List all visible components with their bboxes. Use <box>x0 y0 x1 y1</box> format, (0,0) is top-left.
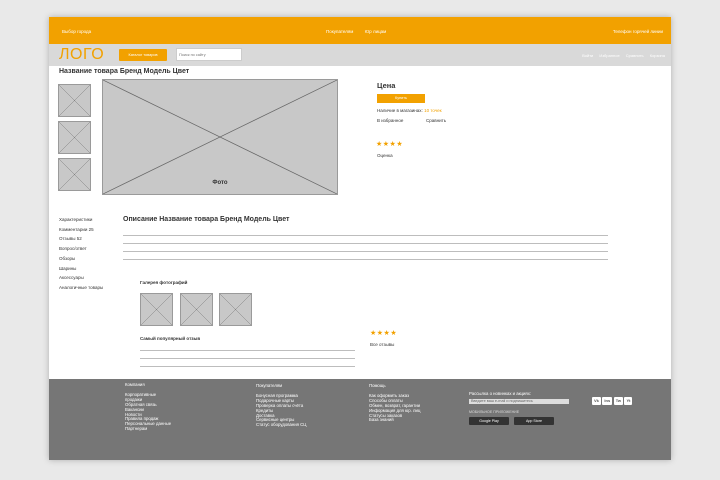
description-text-line <box>123 235 608 236</box>
review-text-line <box>140 358 355 359</box>
thumbnail-image[interactable] <box>58 121 91 154</box>
favorites-link[interactable]: Избранное <box>599 53 619 58</box>
review-text-line <box>140 366 355 367</box>
description-text-line <box>123 259 608 260</box>
review-text-line <box>140 350 355 351</box>
popular-review-title: Самый популярный отзыв <box>140 336 201 341</box>
footer-link[interactable]: База знаний <box>369 418 420 423</box>
product-side-menu: Характеристики Комментарии 25 Отзывы 52 … <box>59 215 103 293</box>
side-menu-item[interactable]: Аксессуары <box>59 273 103 283</box>
availability: Наличие в магазинах: 10 точек <box>377 108 442 113</box>
side-menu-item[interactable]: Отзывы 52 <box>59 234 103 244</box>
thumbnail-image[interactable] <box>58 84 91 117</box>
social-links: Vk Ins Tw Yt <box>592 397 634 405</box>
availability-label: Наличие в магазинах: <box>377 108 423 113</box>
footer-column-help: Помощь Как оформить заказ Способы оплаты… <box>369 383 420 423</box>
compare-link[interactable]: Сравнить <box>426 118 446 123</box>
side-menu-item[interactable]: Шарины <box>59 264 103 274</box>
footer: Компания Корпоративные продажи Обратная … <box>49 379 671 460</box>
side-menu-item[interactable]: Вопрос/ответ <box>59 244 103 254</box>
main-photo[interactable]: Фото <box>102 79 338 195</box>
nav-link-customers[interactable]: Покупателям <box>326 29 353 34</box>
review-rating-stars: ★★★★ <box>370 330 398 337</box>
app-store-button[interactable]: App Store <box>514 417 554 425</box>
description-title: Описание Название товара Бренд Модель Цв… <box>123 216 290 223</box>
add-to-favorites-link[interactable]: В избранное <box>377 118 403 123</box>
photo-label: Фото <box>212 180 228 186</box>
newsletter-label: Рассылка о новинках и акциях: <box>469 391 532 396</box>
footer-column-title: Покупателям <box>256 383 283 388</box>
mobile-app-label: МОБИЛЬНОЕ ПРИЛОЖЕНИЕ <box>469 410 520 414</box>
product-title: Название товара Бренд Модель Цвет <box>59 68 190 75</box>
side-menu-item[interactable]: Обзоры <box>59 254 103 264</box>
gallery-image[interactable] <box>219 293 252 326</box>
header-bar: ЛОГО Каталог товаров Войти Избранное Сра… <box>49 44 671 66</box>
footer-column-title: Помощь <box>369 383 386 388</box>
top-bar: Выбор города Покупателям Юр лицам Телефо… <box>49 17 671 44</box>
price-label: Цена <box>377 81 396 90</box>
buy-button[interactable]: Купить <box>377 94 425 103</box>
hotline-phone[interactable]: Телефон горячей линии <box>613 29 663 34</box>
city-selector[interactable]: Выбор города <box>62 29 91 34</box>
twitter-icon[interactable]: Tw <box>613 397 623 405</box>
all-reviews-link[interactable]: Все отзывы <box>370 342 394 347</box>
instagram-icon[interactable]: Ins <box>602 397 613 405</box>
footer-column-company: Компания Корпоративные продажи Обратная … <box>125 382 171 432</box>
nav-link-legal-entities[interactable]: Юр лицам <box>365 29 387 34</box>
rating-label: Оценка <box>377 153 393 158</box>
top-nav: Покупателям Юр лицам <box>326 29 396 34</box>
product-page: Выбор города Покупателям Юр лицам Телефо… <box>49 17 671 460</box>
vk-icon[interactable]: Vk <box>592 397 601 405</box>
side-menu-item[interactable]: Аналогичные товары <box>59 283 103 293</box>
user-links: Войти Избранное Сравнить Корзина <box>577 53 665 58</box>
rating-stars: ★★★★ <box>376 141 404 148</box>
gallery-image[interactable] <box>140 293 173 326</box>
thumbnail-image[interactable] <box>58 158 91 191</box>
cart-link[interactable]: Корзина <box>650 53 665 58</box>
footer-link[interactable]: Партнерам <box>125 426 171 432</box>
catalog-button[interactable]: Каталог товаров <box>119 49 167 61</box>
availability-count-link[interactable]: 10 точек <box>424 108 442 113</box>
description-text-line <box>123 243 608 244</box>
description-text-line <box>123 251 608 252</box>
google-play-button[interactable]: Google Play <box>469 417 509 425</box>
youtube-icon[interactable]: Yt <box>624 397 633 405</box>
newsletter-email-input[interactable]: Введите ваш e-mail и подпишитесь <box>469 399 569 404</box>
search-input[interactable] <box>176 48 242 61</box>
side-menu-item[interactable]: Комментарии 25 <box>59 225 103 235</box>
gallery-image[interactable] <box>180 293 213 326</box>
footer-column-title: Компания <box>125 382 145 387</box>
side-menu-item[interactable]: Характеристики <box>59 215 103 225</box>
footer-column-customers: Покупателям Бонусная программа Подарочны… <box>256 383 306 428</box>
gallery-title: Галерея фотографий <box>140 280 188 285</box>
site-logo[interactable]: ЛОГО <box>59 46 104 64</box>
login-link[interactable]: Войти <box>582 53 593 58</box>
footer-link[interactable]: Статус оборудования СЦ <box>256 422 306 428</box>
compare-link[interactable]: Сравнить <box>626 53 644 58</box>
